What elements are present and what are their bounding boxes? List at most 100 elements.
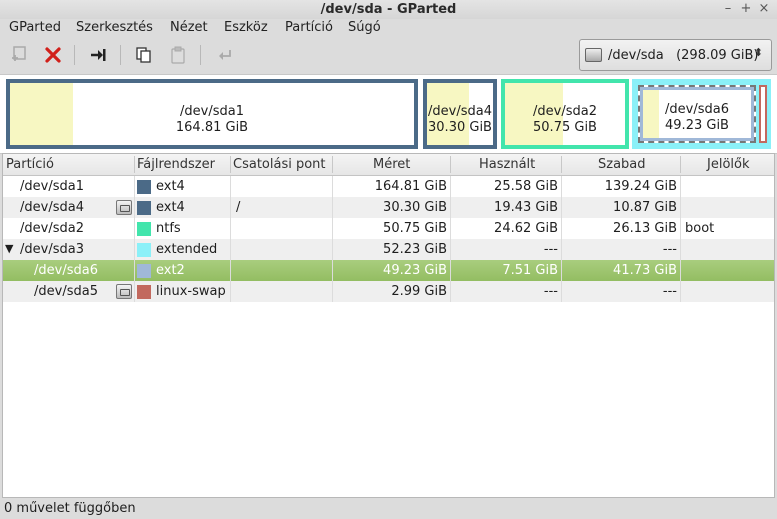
map-partition-name: /dev/sda4 [428, 104, 492, 119]
filesystem-color-swatch [137, 243, 151, 257]
harddisk-icon [585, 48, 602, 62]
map-partition-sda2[interactable]: /dev/sda2 50.75 GiB [501, 79, 629, 149]
minimize-button[interactable]: – [721, 1, 735, 16]
filesystem-type: ext4 [156, 200, 185, 215]
partition-size: 49.23 GiB [383, 263, 447, 278]
map-partition-sda5[interactable] [759, 85, 767, 143]
partition-size: 30.30 GiB [383, 200, 447, 215]
device-selector[interactable]: /dev/sda (298.09 GiB) ⬍ [579, 39, 772, 71]
expander-arrow-icon[interactable]: ▼ [5, 242, 13, 255]
menu-gparted[interactable]: GParted [9, 20, 61, 35]
partition-flags: boot [685, 221, 715, 236]
filesystem-type: ext2 [156, 263, 185, 278]
filesystem-type: linux-swap [156, 284, 226, 299]
partition-free: 139.24 GiB [604, 179, 677, 194]
filesystem-type: ext4 [156, 179, 185, 194]
map-partition-size: 30.30 GiB [428, 120, 492, 135]
delete-partition-button[interactable] [40, 42, 66, 68]
partition-size: 50.75 GiB [383, 221, 447, 236]
map-partition-size: 50.75 GiB [533, 120, 597, 135]
device-selector-label: /dev/sda (298.09 GiB) [608, 48, 759, 63]
copy-icon [136, 47, 151, 63]
column-header-used[interactable]: Használt [479, 157, 535, 172]
column-header-mountpoint[interactable]: Csatolási pont [233, 157, 326, 172]
menu-device[interactable]: Eszköz [224, 20, 268, 35]
toolbar-separator [200, 45, 201, 65]
resize-move-icon [91, 49, 106, 61]
filesystem-color-swatch [137, 264, 151, 278]
column-header-flags[interactable]: Jelölők [707, 157, 750, 172]
partition-size: 2.99 GiB [391, 284, 447, 299]
table-row[interactable]: /dev/sda4 ext4 / 30.30 GiB 19.43 GiB 10.87 Gi… [3, 197, 774, 218]
table-row[interactable]: /dev/sda2 ntfs 50.75 GiB 24.62 GiB 26.13 GiB… [3, 218, 774, 239]
map-partition-name: /dev/sda2 [533, 104, 597, 119]
table-row[interactable]: /dev/sda1 ext4 164.81 GiB 25.58 GiB 139.24 G… [3, 176, 774, 197]
partition-table: Partíció Fájlrendszer Csatolási pont Mér… [2, 153, 775, 498]
filesystem-type: extended [156, 242, 218, 257]
table-header: Partíció Fájlrendszer Csatolási pont Mér… [3, 154, 774, 176]
menu-help[interactable]: Súgó [348, 20, 381, 35]
table-row[interactable]: ▼ /dev/sda3 extended 52.23 GiB --- --- [3, 239, 774, 260]
map-partition-sda4[interactable]: /dev/sda4 30.30 GiB [423, 79, 497, 149]
partition-size: 52.23 GiB [383, 242, 447, 257]
dropdown-arrow-icon: ⬍ [753, 46, 763, 59]
undo-button[interactable] [212, 42, 238, 68]
paste-button[interactable] [165, 42, 191, 68]
menu-bar: GParted Szerkesztés Nézet Eszköz Partíci… [0, 19, 777, 37]
partition-used: --- [543, 284, 558, 299]
partition-used: --- [543, 242, 558, 257]
menu-view[interactable]: Nézet [170, 20, 208, 35]
filesystem-color-swatch [137, 201, 151, 215]
map-partition-name: /dev/sda6 [665, 102, 729, 117]
partition-free: --- [662, 242, 677, 257]
lock-icon [116, 284, 132, 299]
partition-name: /dev/sda2 [20, 221, 84, 236]
mount-point: / [236, 200, 241, 215]
column-header-size[interactable]: Méret [373, 157, 410, 172]
resize-move-button[interactable] [85, 42, 111, 68]
partition-free: 10.87 GiB [613, 200, 677, 215]
delete-icon [45, 47, 61, 63]
map-partition-sda3-extended[interactable]: /dev/sda6 49.23 GiB [632, 79, 771, 149]
lock-icon [116, 200, 132, 215]
map-partition-sda6[interactable]: /dev/sda6 49.23 GiB [638, 85, 756, 143]
partition-map: /dev/sda1 164.81 GiB /dev/sda4 30.30 GiB… [0, 74, 777, 154]
partition-free: --- [662, 284, 677, 299]
title-bar: /dev/sda - GParted – + × [0, 0, 777, 19]
partition-used: 24.62 GiB [494, 221, 558, 236]
partition-free: 26.13 GiB [613, 221, 677, 236]
partition-size: 164.81 GiB [374, 179, 447, 194]
toolbar-separator [120, 45, 121, 65]
partition-used: 19.43 GiB [494, 200, 558, 215]
copy-button[interactable] [131, 42, 157, 68]
status-bar: 0 művelet függőben [0, 498, 777, 519]
undo-icon [219, 50, 231, 60]
filesystem-color-swatch [137, 222, 151, 236]
partition-name: /dev/sda5 [34, 284, 98, 299]
toolbar-separator [74, 45, 75, 65]
map-partition-size: 49.23 GiB [665, 118, 729, 133]
menu-partition[interactable]: Partíció [285, 20, 333, 35]
partition-used: 25.58 GiB [494, 179, 558, 194]
new-partition-icon [12, 46, 26, 61]
close-window-button[interactable]: × [757, 1, 771, 16]
map-partition-name: /dev/sda1 [180, 104, 244, 119]
partition-name: /dev/sda4 [20, 200, 84, 215]
table-row[interactable]: /dev/sda5 linux-swap 2.99 GiB --- --- [3, 281, 774, 302]
paste-icon [171, 46, 185, 64]
column-header-partition[interactable]: Partíció [6, 157, 54, 172]
pending-operations-status: 0 művelet függőben [4, 501, 136, 516]
maximize-button[interactable]: + [739, 1, 753, 16]
menu-edit[interactable]: Szerkesztés [76, 20, 153, 35]
partition-used: 7.51 GiB [502, 263, 558, 278]
column-header-filesystem[interactable]: Fájlrendszer [137, 157, 215, 172]
partition-free: 41.73 GiB [613, 263, 677, 278]
partition-name: /dev/sda1 [20, 179, 84, 194]
column-header-free[interactable]: Szabad [598, 157, 646, 172]
new-partition-button[interactable] [6, 42, 32, 68]
table-row[interactable]: /dev/sda6 ext2 49.23 GiB 7.51 GiB 41.73 GiB [3, 260, 774, 281]
partition-name: /dev/sda3 [20, 242, 84, 257]
filesystem-color-swatch [137, 285, 151, 299]
map-partition-sda1[interactable]: /dev/sda1 164.81 GiB [6, 79, 418, 149]
filesystem-type: ntfs [156, 221, 181, 236]
